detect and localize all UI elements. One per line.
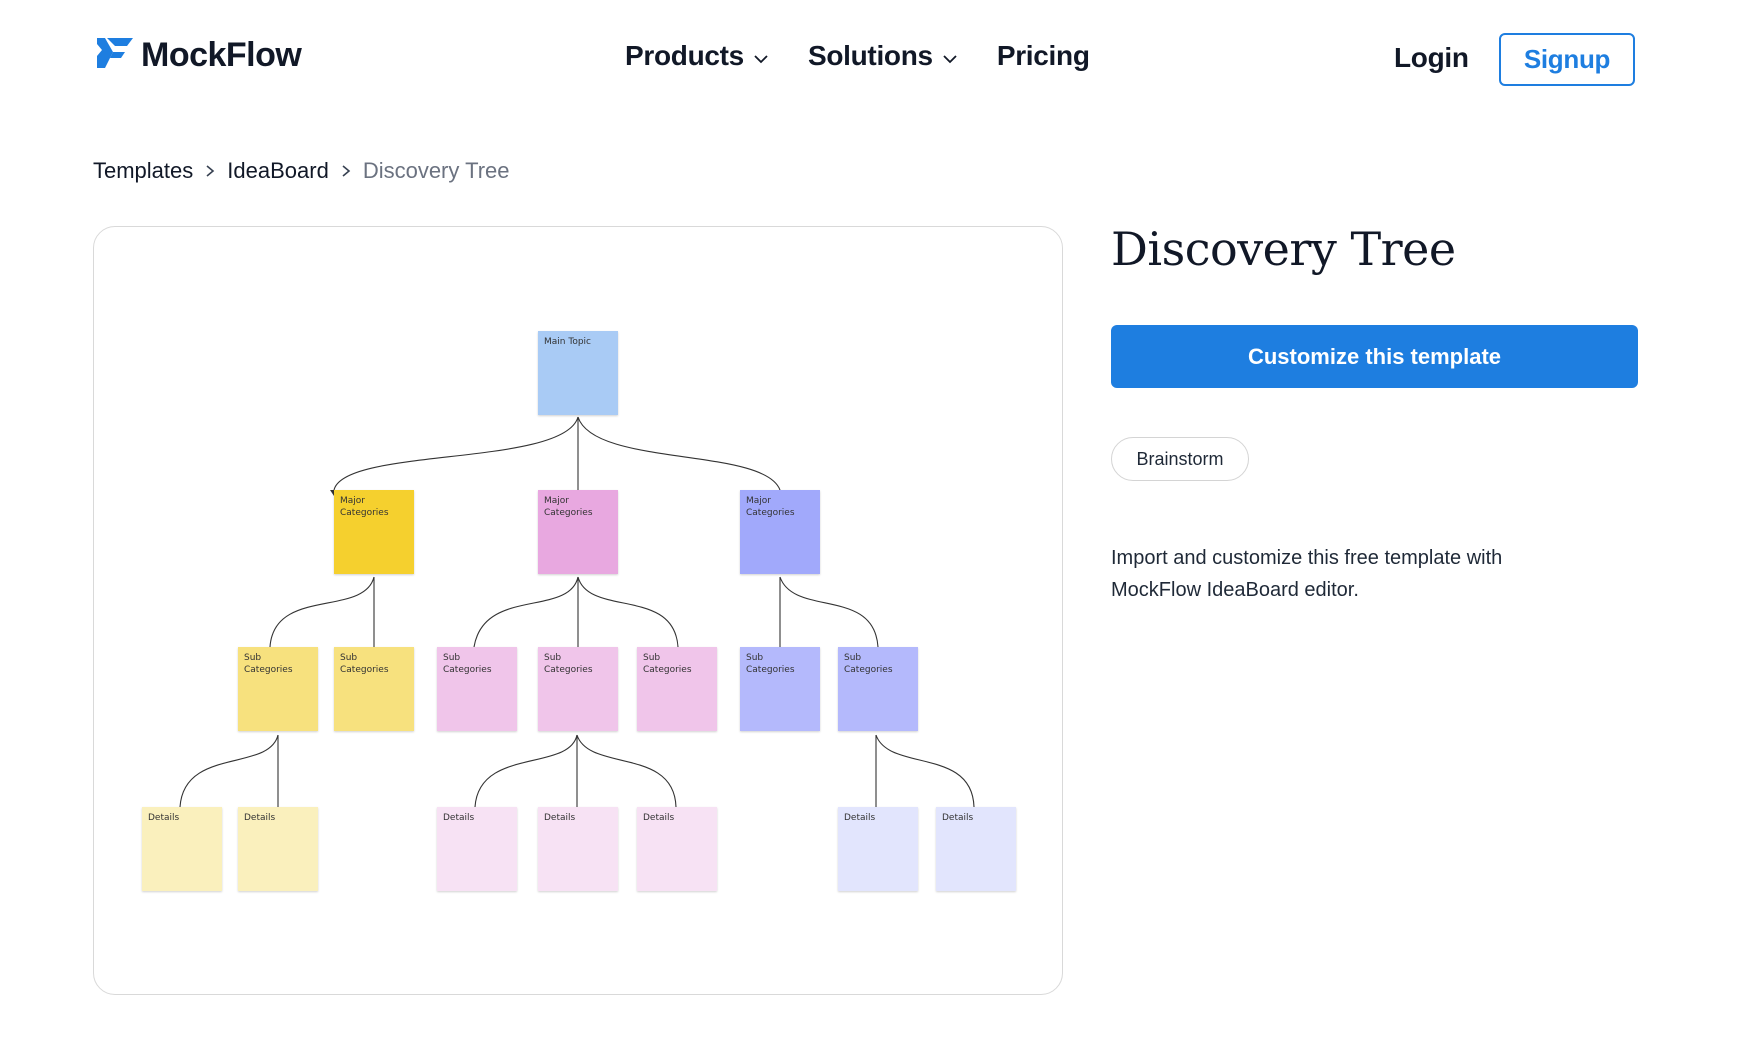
breadcrumb-current: Discovery Tree xyxy=(362,158,510,183)
note-sub-category: Sub Categories xyxy=(238,647,318,731)
mockflow-logo[interactable]: MockFlow xyxy=(95,36,302,75)
note-details: Details xyxy=(142,807,222,891)
note-sub-category: Sub Categories xyxy=(838,647,918,731)
template-description: Import and customize this free template … xyxy=(1111,547,1503,601)
note-main-topic: Main Topic xyxy=(538,331,618,415)
chevron-down-icon xyxy=(941,50,959,68)
note-details: Details xyxy=(538,807,618,891)
note-sub-category: Sub Categories xyxy=(334,647,414,731)
note-details: Details xyxy=(838,807,918,891)
chevron-right-icon xyxy=(203,164,217,178)
note-details: Details xyxy=(437,807,517,891)
nav-products[interactable]: Products xyxy=(625,40,770,72)
customize-template-button[interactable]: Customize this template xyxy=(1111,325,1638,388)
page-title: Discovery Tree xyxy=(1111,222,1456,276)
nav-solutions[interactable]: Solutions xyxy=(808,40,959,72)
chevron-right-icon xyxy=(339,164,353,178)
note-major-category: Major Categories xyxy=(740,490,820,574)
breadcrumb: Templates IdeaBoard Discovery Tree xyxy=(93,158,510,184)
note-details: Details xyxy=(637,807,717,891)
login-link[interactable]: Login xyxy=(1394,42,1469,74)
chevron-down-icon xyxy=(752,50,770,68)
note-sub-category: Sub Categories xyxy=(538,647,618,731)
nav-pricing[interactable]: Pricing xyxy=(997,40,1090,72)
note-sub-category: Sub Categories xyxy=(740,647,820,731)
mockflow-logo-icon xyxy=(95,36,133,75)
nav-pricing-label: Pricing xyxy=(996,40,1090,71)
logo-text: MockFlow xyxy=(141,36,302,74)
breadcrumb-templates[interactable]: Templates xyxy=(93,158,193,184)
main-nav: Products Solutions Pricing xyxy=(625,40,1090,72)
page: MockFlow Products Solutions Pricing Logi… xyxy=(0,0,1760,1039)
note-details: Details xyxy=(238,807,318,891)
note-major-category: Major Categories xyxy=(538,490,618,574)
tag-brainstorm[interactable]: Brainstorm xyxy=(1111,437,1249,481)
nav-solutions-label: Solutions xyxy=(807,40,933,71)
breadcrumb-ideaboard[interactable]: IdeaBoard xyxy=(227,158,329,184)
note-sub-category: Sub Categories xyxy=(637,647,717,731)
nav-products-label: Products xyxy=(625,40,744,71)
signup-button[interactable]: Signup xyxy=(1499,33,1635,86)
note-details: Details xyxy=(936,807,1016,891)
template-preview[interactable]: Main Topic Major Categories Major Catego… xyxy=(93,226,1063,995)
note-sub-category: Sub Categories xyxy=(437,647,517,731)
note-major-category: Major Categories xyxy=(334,490,414,574)
